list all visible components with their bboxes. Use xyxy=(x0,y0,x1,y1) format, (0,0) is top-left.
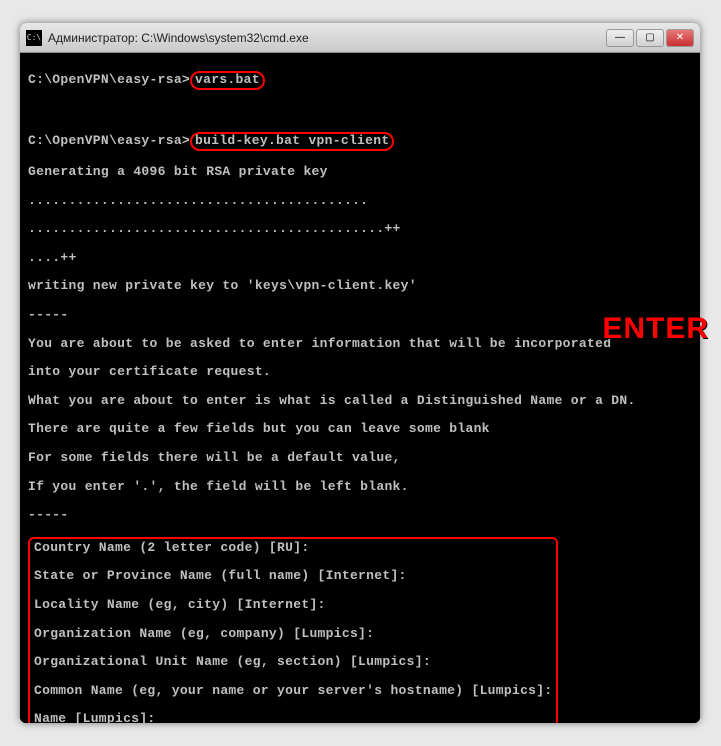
output-line: writing new private key to 'keys\vpn-cli… xyxy=(28,279,692,293)
maximize-button[interactable]: ▢ xyxy=(636,29,664,47)
close-button[interactable]: ✕ xyxy=(666,29,694,47)
cmd-highlight-vars: vars.bat xyxy=(190,71,265,89)
output-line: into your certificate request. xyxy=(28,365,692,379)
cmd-highlight-buildkey: build-key.bat vpn-client xyxy=(190,132,394,150)
window-title: Администратор: C:\Windows\system32\cmd.e… xyxy=(48,31,606,45)
output-line: You are about to be asked to enter infor… xyxy=(28,337,692,351)
dn-line: Locality Name (eg, city) [Internet]: xyxy=(34,598,552,612)
dn-line: Country Name (2 letter code) [RU]: xyxy=(34,541,552,555)
titlebar[interactable]: C:\ Администратор: C:\Windows\system32\c… xyxy=(20,23,700,53)
window-controls: — ▢ ✕ xyxy=(606,29,694,47)
output-line: ----- xyxy=(28,508,692,522)
output-line: ........................................… xyxy=(28,222,692,236)
prompt: C:\OpenVPN\easy-rsa> xyxy=(28,72,190,87)
cmd-window: C:\ Администратор: C:\Windows\system32\c… xyxy=(20,23,700,723)
dn-line: Organization Name (eg, company) [Lumpics… xyxy=(34,627,552,641)
output-line: If you enter '.', the field will be left… xyxy=(28,480,692,494)
output-line: For some fields there will be a default … xyxy=(28,451,692,465)
enter-annotation: ENTER xyxy=(602,312,709,346)
output-line: Generating a 4096 bit RSA private key xyxy=(28,165,692,179)
output-line: ----- xyxy=(28,308,692,322)
dn-fields-highlight-box: Country Name (2 letter code) [RU]: State… xyxy=(28,537,558,723)
prompt: C:\OpenVPN\easy-rsa> xyxy=(28,133,190,148)
app-icon: C:\ xyxy=(26,30,42,46)
dn-line: Organizational Unit Name (eg, section) [… xyxy=(34,655,552,669)
dn-line: Common Name (eg, your name or your serve… xyxy=(34,684,552,698)
minimize-button[interactable]: — xyxy=(606,29,634,47)
output-line: There are quite a few fields but you can… xyxy=(28,422,692,436)
output-line: ........................................… xyxy=(28,194,692,208)
output-line: ....++ xyxy=(28,251,692,265)
output-line: What you are about to enter is what is c… xyxy=(28,394,692,408)
dn-line: State or Province Name (full name) [Inte… xyxy=(34,569,552,583)
dn-line: Name [Lumpics]: xyxy=(34,712,552,723)
terminal-output[interactable]: C:\OpenVPN\easy-rsa>vars.bat C:\OpenVPN\… xyxy=(20,53,700,723)
